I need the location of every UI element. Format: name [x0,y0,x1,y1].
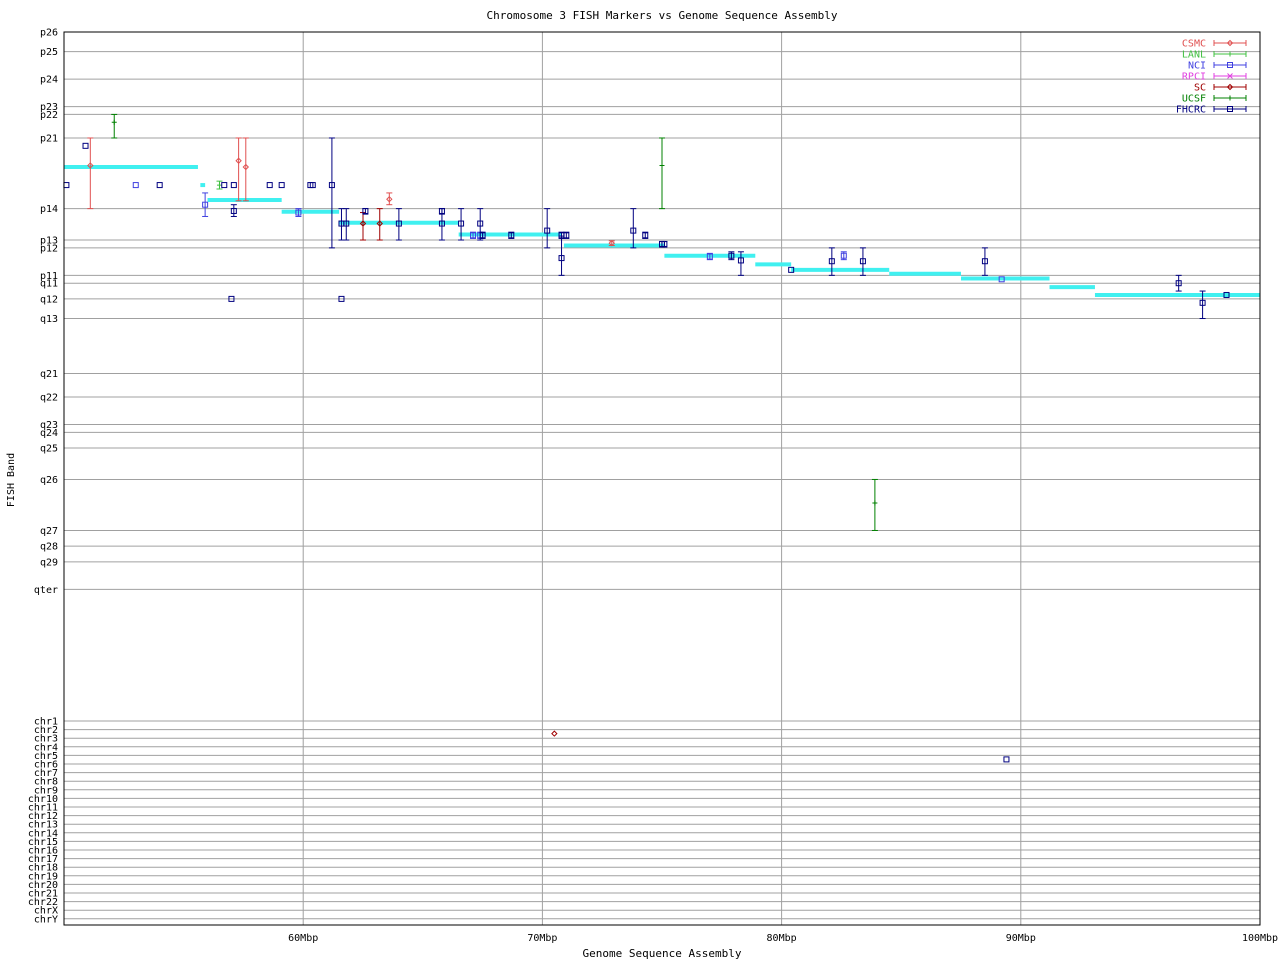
band-tick-label-p24: p24 [40,75,58,86]
marker-layer [63,113,1230,763]
band-tick-label-q13: q13 [40,314,58,325]
y-axis-label: FISH Band [6,453,17,507]
data-point [216,182,222,188]
chromosome-tick-label-chrY: chrY [34,914,58,925]
data-point [132,182,139,189]
legend-label-sc: SC [1194,83,1206,94]
band-tick-label-q26: q26 [40,475,58,486]
data-point [278,182,285,189]
data-point [659,162,665,168]
band-tick-label-q12: q12 [40,294,58,305]
band-tick-label-p22: p22 [40,110,58,121]
legend-marker-ucsf [1227,95,1233,101]
data-point [230,182,237,189]
band-tick-label-q11: q11 [40,279,58,290]
band-tick-label-p26: p26 [40,28,58,39]
data-point [111,119,117,125]
legend-marker-lanl [1227,51,1233,57]
other-chromosome-point [551,730,558,737]
legend: CSMCLANLNCIRPCISCUCSFFHCRC [1176,39,1247,116]
legend-label-lanl: LANL [1182,50,1206,61]
legend-label-ucsf: UCSF [1182,94,1206,105]
data-point [221,182,228,189]
band-tick-label-p12: p12 [40,243,58,254]
legend-label-rpci: RPCI [1182,72,1206,83]
data-point [156,182,163,189]
band-tick-label-q29: q29 [40,557,58,568]
x-tick-label-60: 60Mbp [288,933,318,944]
x-tick-label-70: 70Mbp [527,933,557,944]
band-tick-label-p25: p25 [40,47,58,58]
x-axis-label: Genome Sequence Assembly [583,947,742,960]
other-chromosome-point [1003,756,1010,763]
fish-marker-chart: Chromosome 3 FISH Markers vs Genome Sequ… [6,9,1278,960]
x-tick-label-80: 80Mbp [767,933,797,944]
band-tick-label-qter: qter [34,585,58,596]
series-ucsf [111,113,878,531]
legend-label-nci: NCI [1188,61,1206,72]
legend-label-csmc: CSMC [1182,39,1206,50]
band-tick-label-q27: q27 [40,526,58,537]
band-tick-label-p21: p21 [40,133,58,144]
data-point [63,182,70,189]
legend-label-fhcrc: FHCRC [1176,105,1206,116]
chart-title: Chromosome 3 FISH Markers vs Genome Sequ… [487,9,838,22]
series-csmc [87,137,615,247]
x-tick-label-90: 90Mbp [1006,933,1036,944]
band-tick-label-p14: p14 [40,204,58,215]
data-point [266,182,273,189]
band-tick-label-q28: q28 [40,542,58,553]
x-tick-label-100: 100Mbp [1242,933,1278,944]
data-point [82,142,89,149]
data-point [872,500,878,506]
band-tick-label-q21: q21 [40,369,58,380]
band-tick-label-q25: q25 [40,444,58,455]
band-tick-label-q24: q24 [40,428,58,439]
band-tick-label-q22: q22 [40,393,58,404]
chart-root: Chromosome 3 FISH Markers vs Genome Sequ… [0,0,1280,960]
